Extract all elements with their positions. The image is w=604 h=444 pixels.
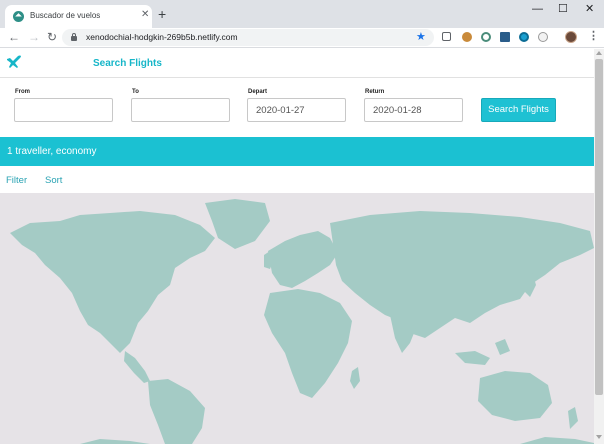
maximize-icon[interactable]: ☐ [558,2,568,16]
browser-tab-bar: Buscador de vuelos ✕ + — ☐ ✕ [0,0,604,28]
bookmark-star-icon[interactable]: ★ [416,30,426,44]
search-form: From To Depart Return Search Flights [0,79,594,137]
return-label: Return [365,89,385,95]
north-america [10,211,215,353]
to-input[interactable] [131,98,230,122]
app-title[interactable]: Search Flights [93,58,162,69]
lock-icon[interactable] [71,33,77,41]
scroll-up-arrow-icon[interactable] [596,51,602,55]
url-text[interactable]: xenodochial-hodgkin-269b5b.netlify.com [86,32,238,42]
africa [264,289,352,398]
from-input[interactable] [14,98,113,122]
filter-link[interactable]: Filter [6,175,27,186]
filter-sort-row: Filter Sort [0,166,594,193]
browser-toolbar: ← → ↻ xenodochial-hodgkin-269b5b.netlify… [0,28,604,48]
cookie-icon[interactable] [462,32,472,42]
scroll-thumb[interactable] [595,59,603,395]
to-label: To [132,89,139,95]
color-picker-icon[interactable] [500,32,510,42]
philippines [495,339,510,355]
south-america [148,379,205,444]
europe [268,231,338,288]
address-bar[interactable]: xenodochial-hodgkin-269b5b.netlify.com ★ [62,29,434,46]
return-date-input[interactable] [364,98,463,122]
scroll-down-arrow-icon[interactable] [596,435,602,439]
page-content: Search Flights From To Depart Return Sea… [0,49,594,444]
asia [330,211,594,338]
eye-icon[interactable] [481,32,491,42]
from-label: From [15,89,30,95]
reload-icon[interactable]: ↻ [47,29,57,45]
traveller-summary[interactable]: 1 traveller, economy [7,146,97,157]
world-map-image [10,199,594,444]
world-map [0,193,594,444]
puzzle-icon[interactable] [442,32,451,41]
tab-title: Buscador de vuelos [30,11,101,20]
browser-menu-icon[interactable]: ⋮ [588,29,599,43]
vertical-scrollbar[interactable] [594,49,604,444]
browser-tab[interactable]: Buscador de vuelos ✕ [5,5,152,28]
sheep-icon[interactable] [538,32,548,42]
traveller-summary-bar[interactable]: 1 traveller, economy [0,137,594,166]
circle-icon[interactable] [519,32,529,42]
new-zealand [568,407,578,429]
window-close-icon[interactable]: ✕ [585,2,594,16]
madagascar [350,367,360,389]
profile-avatar[interactable] [565,31,577,43]
back-icon[interactable]: ← [8,29,20,45]
tab-close-icon[interactable]: ✕ [141,9,149,21]
depart-date-input[interactable] [247,98,346,122]
australia [478,371,552,421]
app-header: Search Flights [0,49,594,78]
indonesia [455,351,490,365]
plane-icon[interactable] [6,54,22,70]
central-america [124,351,150,383]
search-flights-button[interactable]: Search Flights [481,98,556,122]
minimize-icon[interactable]: — [532,2,543,16]
forward-icon[interactable]: → [28,29,40,45]
india [390,311,418,353]
new-tab-button[interactable]: + [158,7,166,21]
tab-favicon-icon [13,11,24,22]
greenland [205,199,270,249]
sort-link[interactable]: Sort [45,175,62,186]
depart-label: Depart [248,89,268,95]
